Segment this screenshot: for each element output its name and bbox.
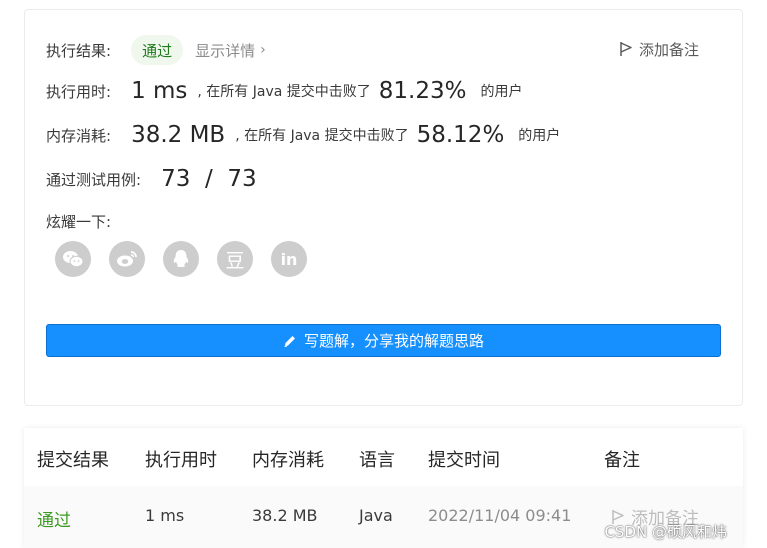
row-memory: 38.2 MB xyxy=(252,506,318,525)
result-row: 执行结果: 通过 显示详情 › xyxy=(46,35,266,65)
show-details-link[interactable]: 显示详情 › xyxy=(195,40,266,61)
share-icons: 豆 in xyxy=(55,241,307,277)
tests-value: 73 / 73 xyxy=(161,166,257,192)
chevron-right-icon: › xyxy=(260,42,266,58)
share-row: 炫耀一下: xyxy=(46,211,111,232)
header-memory: 内存消耗 xyxy=(252,450,324,471)
qq-icon[interactable] xyxy=(163,241,199,277)
tests-row: 通过测试用例: 73 / 73 xyxy=(46,166,257,192)
watermark: CSDN @硕风和炜 xyxy=(604,523,727,541)
add-note-label: 添加备注 xyxy=(639,40,700,59)
memory-beat-text: , 在所有 Java 提交中击败了 xyxy=(235,128,409,144)
douban-icon[interactable]: 豆 xyxy=(217,241,253,277)
runtime-beat-text: , 在所有 Java 提交中击败了 xyxy=(197,84,371,100)
add-note-button[interactable]: 添加备注 xyxy=(619,38,699,60)
result-card: 执行结果: 通过 显示详情 › 添加备注 执行用时: 1 ms , 在所有 Ja… xyxy=(24,9,743,406)
linkedin-glyph: in xyxy=(280,249,298,269)
wechat-icon[interactable] xyxy=(55,241,91,277)
write-solution-label: 写题解，分享我的解题思路 xyxy=(303,332,484,350)
submission-table: 提交结果 执行用时 内存消耗 语言 提交时间 备注 通过 1 ms 38.2 M… xyxy=(24,428,743,548)
runtime-tail: 的用户 xyxy=(480,84,523,100)
wechat-glyph xyxy=(63,251,84,268)
flag-icon xyxy=(620,42,632,56)
linkedin-icon[interactable]: in xyxy=(271,241,307,277)
runtime-label: 执行用时: xyxy=(46,82,112,101)
runtime-row: 执行用时: 1 ms , 在所有 Java 提交中击败了 81.23% 的用户 xyxy=(46,78,522,104)
header-language: 语言 xyxy=(359,450,395,471)
write-solution-button[interactable]: 写题解，分享我的解题思路 xyxy=(46,324,721,357)
memory-row: 内存消耗: 38.2 MB , 在所有 Java 提交中击败了 58.12% 的… xyxy=(46,122,560,148)
tests-label: 通过测试用例: xyxy=(46,170,142,189)
row-time: 2022/11/04 09:41 xyxy=(428,506,572,525)
memory-tail: 的用户 xyxy=(518,128,561,144)
status-badge: 通过 xyxy=(131,35,184,65)
header-status: 提交结果 xyxy=(37,450,109,471)
result-label: 执行结果: xyxy=(46,41,112,60)
qq-glyph xyxy=(173,250,189,267)
row-runtime: 1 ms xyxy=(145,506,185,525)
runtime-value: 1 ms xyxy=(131,78,188,104)
memory-percent: 58.12% xyxy=(416,122,505,148)
runtime-percent: 81.23% xyxy=(378,78,467,104)
header-time: 提交时间 xyxy=(428,450,500,471)
memory-value: 38.2 MB xyxy=(131,122,226,148)
weibo-icon[interactable] xyxy=(109,241,145,277)
show-details-label: 显示详情 xyxy=(195,41,256,60)
header-runtime: 执行用时 xyxy=(145,450,217,471)
memory-label: 内存消耗: xyxy=(46,126,112,145)
header-note: 备注 xyxy=(604,450,640,471)
row-status[interactable]: 通过 xyxy=(37,506,71,531)
pencil-icon xyxy=(284,335,295,347)
share-label: 炫耀一下: xyxy=(46,213,112,231)
weibo-glyph xyxy=(117,251,137,267)
row-language: Java xyxy=(359,506,393,525)
douban-glyph: 豆 xyxy=(225,249,245,272)
